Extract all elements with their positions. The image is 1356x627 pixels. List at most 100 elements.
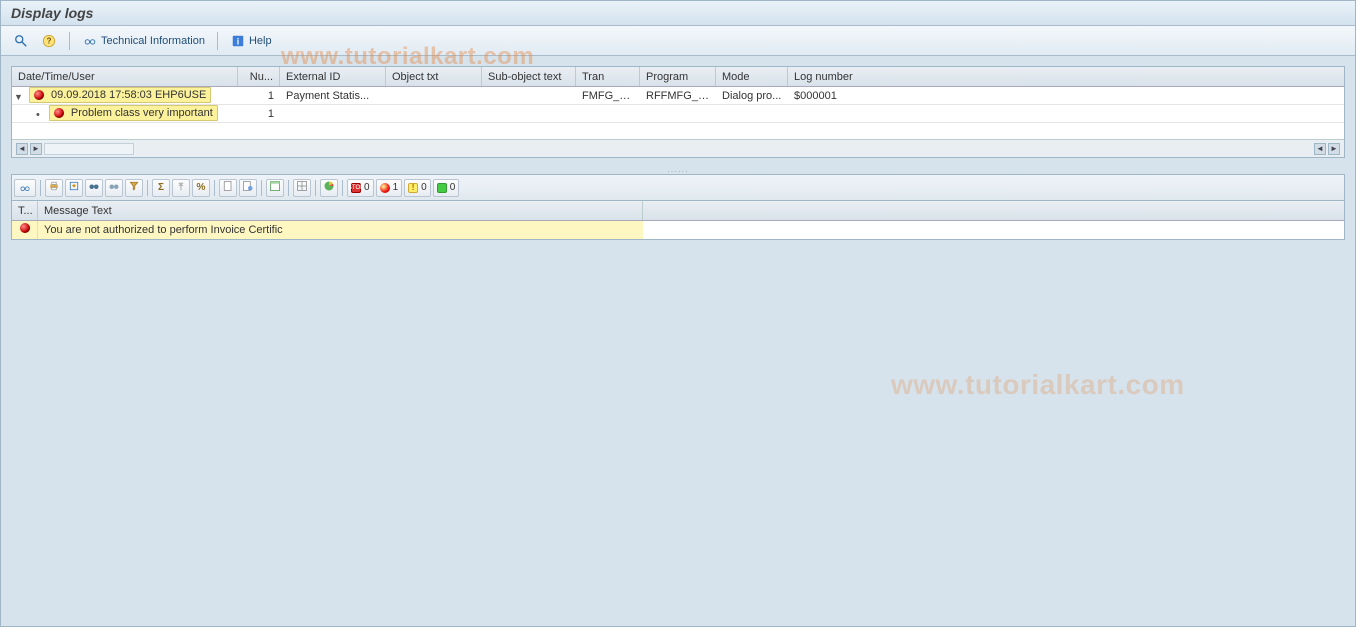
message-toolbar: Σ ⤒ % STOP0 1 !0 0 <box>11 174 1345 200</box>
percent-icon: % <box>197 182 206 193</box>
excel-button[interactable] <box>266 179 284 197</box>
col-tran[interactable]: Tran <box>576 67 640 86</box>
find-button[interactable] <box>85 179 103 197</box>
warning-icon: ! <box>408 183 418 193</box>
message-text-cell: You are not authorized to perform Invoic… <box>38 221 643 239</box>
expand-icon[interactable]: ▼ <box>14 92 26 102</box>
cell-subobj <box>482 87 576 104</box>
technical-information-label: Technical Information <box>101 35 205 47</box>
error-count-value: 1 <box>393 182 399 193</box>
question-icon: ? <box>41 33 57 49</box>
cell-ext-id: Payment Statis... <box>280 87 386 104</box>
subtotal-icon: ⤒ <box>179 182 183 193</box>
col-msg-type[interactable]: T... <box>12 201 38 220</box>
grid-icon <box>296 180 308 195</box>
help-label: Help <box>249 35 272 47</box>
col-num[interactable]: Nu... <box>238 67 280 86</box>
print-button[interactable] <box>45 179 63 197</box>
separator <box>217 32 218 50</box>
svg-text:i: i <box>237 36 239 46</box>
log-table-header: Date/Time/User Nu... External ID Object … <box>12 67 1344 87</box>
subtotal-button[interactable]: ⤒ <box>172 179 190 197</box>
printer-icon <box>48 180 60 195</box>
scroll-left-icon[interactable]: ◄ <box>1314 143 1326 155</box>
cell-num: 1 <box>238 87 280 104</box>
binoculars-icon <box>88 180 100 195</box>
help-button[interactable]: i Help <box>226 31 276 51</box>
cell-program: RFFMFG_S... <box>640 87 716 104</box>
export-icon <box>68 180 80 195</box>
col-program[interactable]: Program <box>640 67 716 86</box>
log-child-badge: Problem class very important <box>49 105 218 121</box>
svg-text:?: ? <box>47 36 52 45</box>
watermark: www.tutorialkart.com <box>891 369 1185 401</box>
layout-button[interactable] <box>219 179 237 197</box>
error-status-icon <box>34 90 44 100</box>
col-date-user[interactable]: Date/Time/User <box>12 67 238 86</box>
col-ext-id[interactable]: External ID <box>280 67 386 86</box>
glasses-icon <box>82 33 98 49</box>
message-type-cell <box>12 221 38 239</box>
warning-count-value: 0 <box>421 182 427 193</box>
pie-icon <box>323 180 335 195</box>
col-log-no[interactable]: Log number <box>788 67 960 86</box>
col-msg-text[interactable]: Message Text <box>38 201 643 220</box>
leaf-icon: • <box>30 109 46 121</box>
cell-child-num: 1 <box>238 105 280 122</box>
log-tree-table: Date/Time/User Nu... External ID Object … <box>11 66 1345 158</box>
sum-button[interactable]: Σ <box>152 179 170 197</box>
col-mode[interactable]: Mode <box>716 67 788 86</box>
page-title: Display logs <box>1 1 1355 26</box>
message-table-header: T... Message Text <box>12 201 1344 221</box>
col-subobj[interactable]: Sub-object text <box>482 67 576 86</box>
find-next-button[interactable] <box>105 179 123 197</box>
error-icon <box>380 183 390 193</box>
log-row[interactable]: ▼ 09.09.2018 17:58:03 EHP6USE 1 Payment … <box>12 87 1344 105</box>
grid-button[interactable] <box>293 179 311 197</box>
sheet-gear-icon <box>242 180 254 195</box>
stop-count-value: 0 <box>364 182 370 193</box>
cell-tran: FMFG_SS... <box>576 87 640 104</box>
error-count[interactable]: 1 <box>376 179 403 197</box>
stop-count[interactable]: STOP0 <box>347 179 374 197</box>
log-entry-badge: 09.09.2018 17:58:03 EHP6USE <box>29 87 211 103</box>
main-toolbar: ? Technical Information i Help <box>1 26 1355 56</box>
scroll-left-icon[interactable]: ◄ <box>16 143 28 155</box>
col-obj-txt[interactable]: Object txt <box>386 67 482 86</box>
print-preview-button[interactable] <box>9 31 33 51</box>
binoculars-next-icon <box>108 180 120 195</box>
log-child-row[interactable]: • Problem class very important 1 <box>12 105 1344 123</box>
sheet-icon <box>222 180 234 195</box>
scroll-right-icon[interactable]: ► <box>1328 143 1340 155</box>
info-icon: i <box>230 33 246 49</box>
success-icon <box>437 183 447 193</box>
detail-button[interactable] <box>14 179 36 197</box>
scroll-right-icon[interactable]: ► <box>30 143 42 155</box>
spreadsheet-icon <box>269 180 281 195</box>
log-date-user: 09.09.2018 17:58:03 EHP6USE <box>51 87 206 103</box>
funnel-icon <box>128 180 140 195</box>
scroll-track[interactable] <box>44 143 134 155</box>
log-child-label: Problem class very important <box>71 105 213 121</box>
glasses-icon <box>17 180 33 196</box>
cell-log-no: $000001 <box>788 87 960 104</box>
message-table: T... Message Text You are not authorized… <box>11 200 1345 240</box>
cell-obj-txt <box>386 87 482 104</box>
technical-information-button[interactable]: Technical Information <box>78 31 209 51</box>
message-row[interactable]: You are not authorized to perform Invoic… <box>12 221 1344 239</box>
stop-icon: STOP <box>351 183 361 193</box>
layout-choose-button[interactable] <box>239 179 257 197</box>
error-status-icon <box>54 108 64 118</box>
help-topic-button[interactable]: ? <box>37 31 61 51</box>
success-count[interactable]: 0 <box>433 179 460 197</box>
filter-button[interactable] <box>125 179 143 197</box>
percent-button[interactable]: % <box>192 179 210 197</box>
sigma-icon: Σ <box>158 182 164 193</box>
magnifier-icon <box>13 33 29 49</box>
warning-count[interactable]: !0 <box>404 179 431 197</box>
horizontal-scrollbar[interactable]: ◄ ► ◄ ► <box>12 139 1344 157</box>
separator <box>69 32 70 50</box>
success-count-value: 0 <box>450 182 456 193</box>
chart-button[interactable] <box>320 179 338 197</box>
export-button[interactable] <box>65 179 83 197</box>
